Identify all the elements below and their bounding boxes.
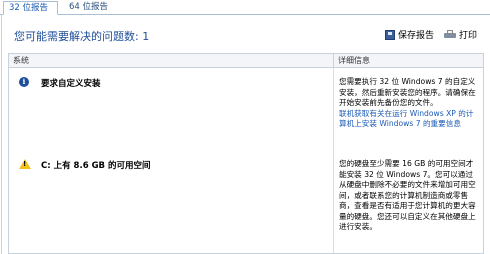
report-panel: 您可能需要解决的问题数: 1 保存报告 打印 系统 详细信息 i 要求自定义安装…: [1, 15, 489, 254]
print-label: 打印: [458, 31, 477, 41]
issue-count-heading: 您可能需要解决的问题数: 1: [14, 30, 150, 43]
save-icon: [384, 29, 395, 40]
column-header-system[interactable]: 系统: [9, 54, 332, 68]
info-icon: i: [19, 77, 29, 87]
issue-detail: 您需要执行 32 位 Windows 7 的自定义安装，然后重新安装您的程序。请…: [339, 77, 479, 130]
save-report-label: 保存报告: [397, 31, 434, 41]
issue-detail: 您的硬盘至少需要 16 GB 的可用空间才能安装 32 位 Windows 7。…: [339, 159, 479, 233]
tab-32bit-report[interactable]: 32 位报告: [3, 1, 58, 15]
tab-64bit-report[interactable]: 64 位报告: [64, 1, 114, 15]
printer-icon: [443, 30, 456, 39]
table-header: 系统 详细信息: [9, 54, 483, 68]
issue-title: 要求自定义安装: [41, 79, 101, 89]
tab-bar: 32 位报告 64 位报告: [0, 0, 490, 15]
column-header-details[interactable]: 详细信息: [333, 54, 483, 68]
print-button[interactable]: 打印: [443, 28, 477, 41]
issue-detail-text: 您的硬盘至少需要 16 GB 的可用空间才能安装 32 位 Windows 7。…: [339, 159, 476, 231]
table-row: ! C: 上有 8.6 GB 的可用空间 您的硬盘至少需要 16 GB 的可用空…: [9, 156, 483, 253]
warning-icon: !: [19, 159, 31, 169]
online-info-link[interactable]: 联机获取有关在运行 Windows XP 的计算机上安装 Windows 7 的…: [339, 109, 479, 130]
table-row: i 要求自定义安装 您需要执行 32 位 Windows 7 的自定义安装，然后…: [9, 74, 483, 159]
save-report-button[interactable]: 保存报告: [384, 28, 434, 41]
issues-table: 系统 详细信息 i 要求自定义安装 您需要执行 32 位 Windows 7 的…: [8, 53, 484, 254]
issue-title: C: 上有 8.6 GB 的可用空间: [41, 161, 151, 171]
issue-detail-text: 您需要执行 32 位 Windows 7 的自定义安装，然后重新安装您的程序。请…: [339, 77, 476, 107]
report-actions: 保存报告 打印: [384, 28, 477, 41]
